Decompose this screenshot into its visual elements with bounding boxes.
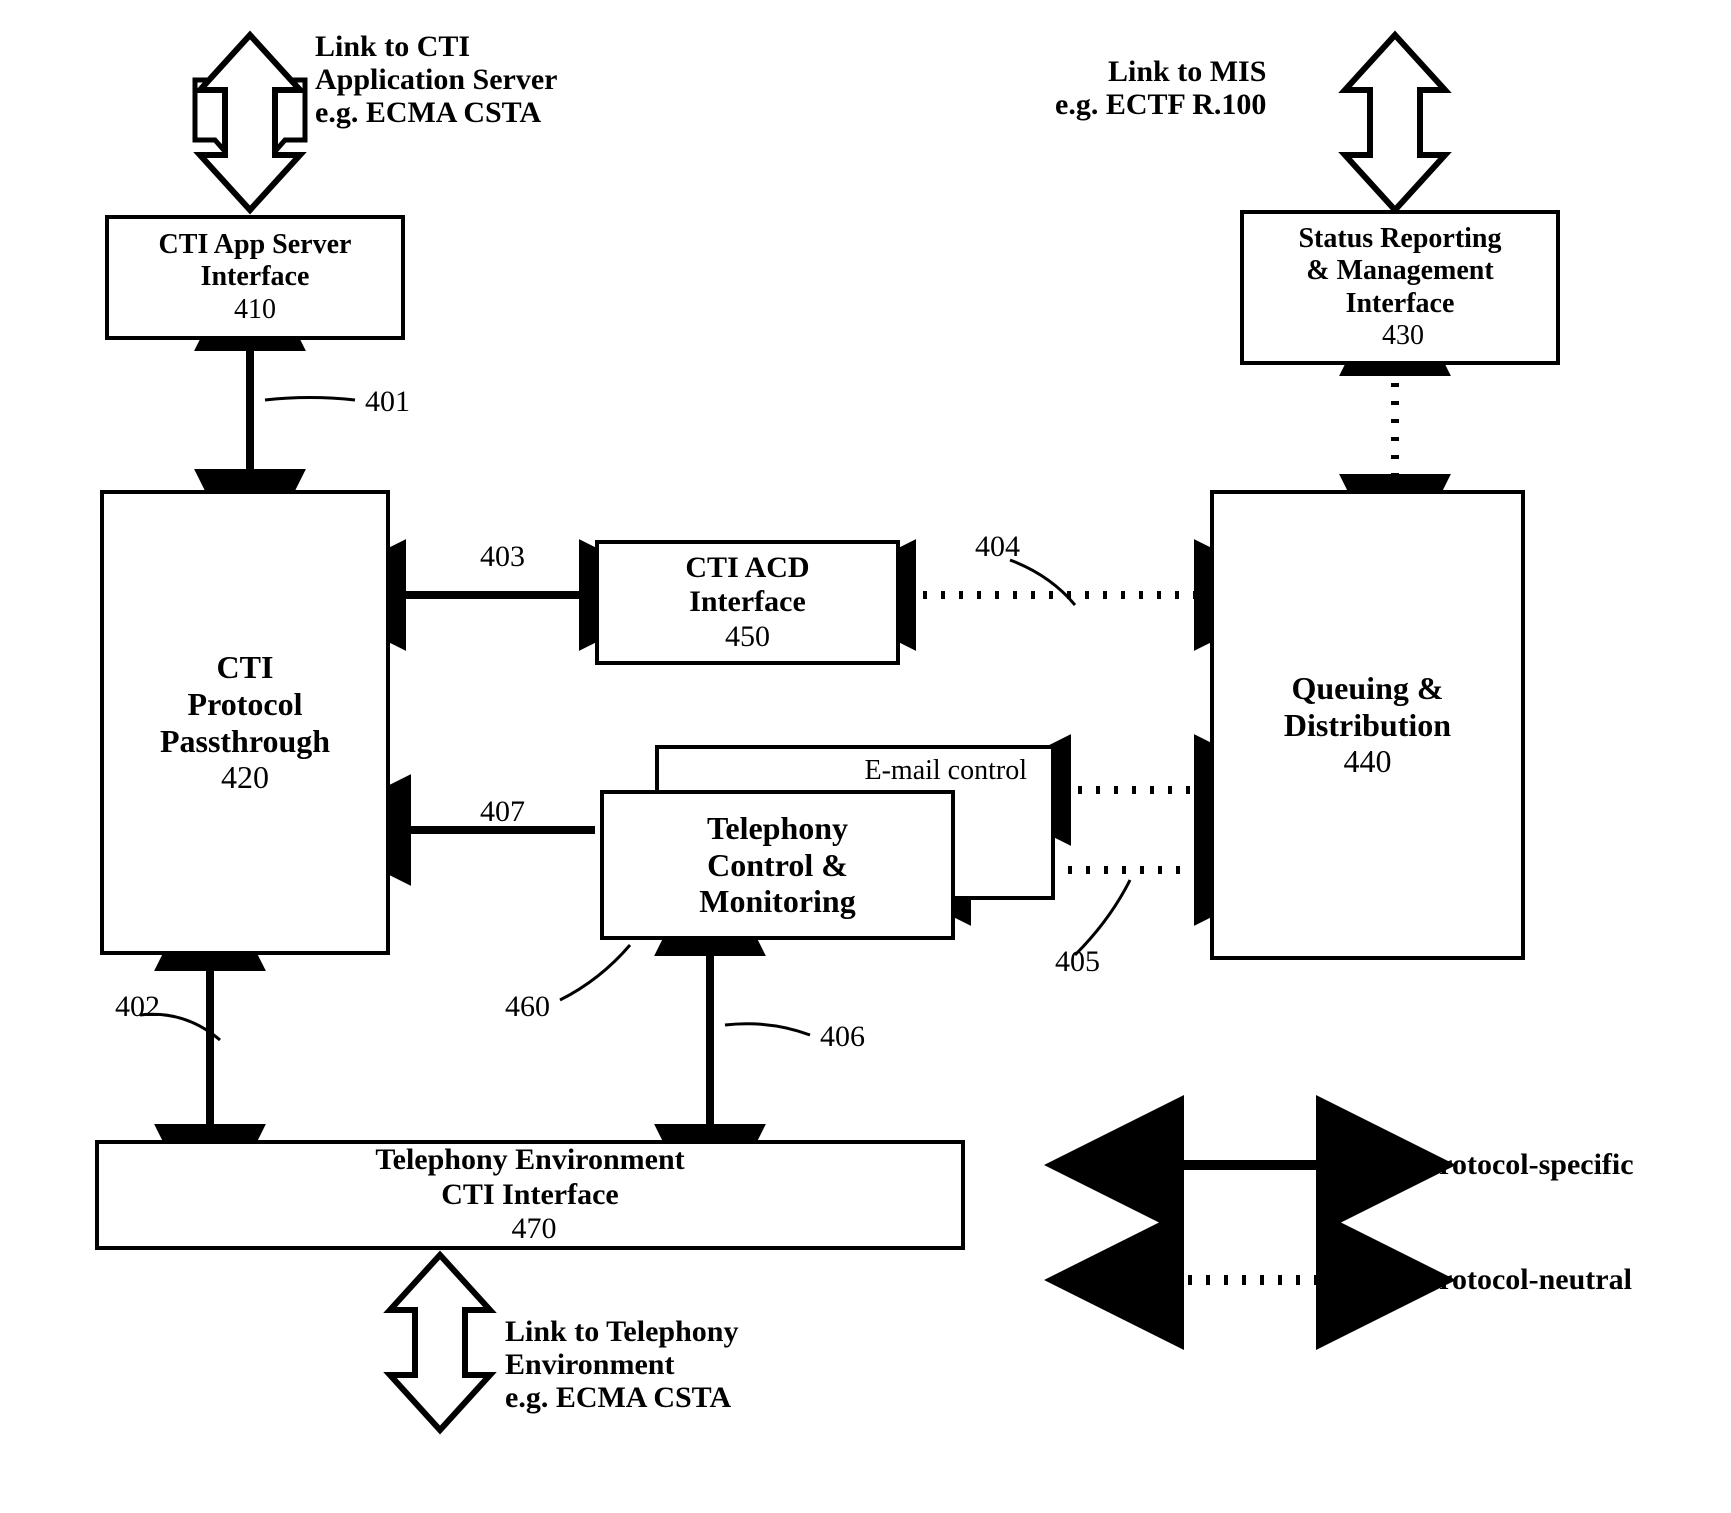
- label-460: 460: [505, 990, 550, 1023]
- text: Link to Telephony: [505, 1315, 738, 1348]
- box-title-inline: Interface 430: [1346, 288, 1455, 352]
- label-404: 404: [975, 530, 1020, 563]
- box-title: Status Reporting: [1298, 223, 1501, 255]
- label-406: 406: [820, 1020, 865, 1053]
- box-title: Protocol: [188, 686, 303, 723]
- label-407: 407: [480, 795, 525, 828]
- annotation-top-left: Link to CTI Application Server e.g. ECMA…: [315, 30, 557, 129]
- box-telephony-control-monitoring: Telephony Control & Monitoring: [600, 790, 955, 940]
- box-title: Telephony: [707, 810, 848, 847]
- box-title: CTI: [217, 649, 274, 686]
- box-title: Telephony Environment: [375, 1143, 684, 1178]
- text: Link to MIS: [1108, 55, 1266, 88]
- label-405: 405: [1055, 945, 1100, 978]
- box-title: CTI App Server: [159, 229, 352, 261]
- box-cti-acd-interface: CTI ACD Interface 450: [595, 540, 900, 665]
- box-title: Control &: [707, 847, 848, 884]
- text: Environment: [505, 1348, 674, 1381]
- hollow-arrow-telephony-link: [390, 1255, 490, 1430]
- leader-401: [265, 398, 355, 401]
- legend-solid-label: CTI Protocol-specific: [1360, 1148, 1634, 1182]
- box-telephony-env-cti-interface: Telephony Environment CTI Interface 470: [95, 1140, 965, 1250]
- box-title: Interface: [689, 585, 806, 620]
- text: Application Server: [315, 63, 557, 96]
- box-title-inline: CTI Interface 470: [441, 1178, 618, 1247]
- leader-405: [1075, 880, 1130, 955]
- box-number: 420: [221, 759, 269, 796]
- box-number: 410: [234, 294, 276, 326]
- box-status-reporting: Status Reporting & Management Interface …: [1240, 210, 1560, 365]
- box-title: Passthrough: [160, 723, 330, 760]
- box-cti-app-server-interface: CTI App Server Interface 410: [105, 215, 405, 340]
- label-401: 401: [365, 385, 410, 418]
- box-queuing-distribution: Queuing & Distribution 440: [1210, 490, 1525, 960]
- text: e.g. ECMA CSTA: [315, 96, 541, 129]
- box-number: 440: [1344, 743, 1392, 780]
- box-cti-protocol-passthrough: CTI Protocol Passthrough 420: [100, 490, 390, 955]
- text: Link to CTI: [315, 30, 470, 63]
- legend-dashed-label: CTI Protocol-neutral: [1360, 1263, 1632, 1297]
- hollow-arrow-mis-link: [1345, 35, 1445, 210]
- annotation-top-right: Link to MIS e.g. ECTF R.100: [1055, 55, 1266, 121]
- box-title: Distribution: [1284, 707, 1451, 744]
- leader-404: [1010, 560, 1075, 605]
- label-403: 403: [480, 540, 525, 573]
- text: e.g. ECMA CSTA: [505, 1381, 731, 1414]
- text: e.g. ECTF R.100: [1055, 88, 1266, 121]
- box-title: E-mail control: [864, 755, 1027, 787]
- box-title: Monitoring: [699, 883, 855, 920]
- box-title: Queuing &: [1291, 670, 1443, 707]
- box-number: 450: [725, 620, 770, 655]
- box-title: Interface: [201, 261, 310, 293]
- box-title: CTI ACD: [685, 551, 809, 586]
- leader-460: [560, 945, 630, 1000]
- annotation-bottom: Link to Telephony Environment e.g. ECMA …: [505, 1315, 738, 1414]
- box-title: & Management: [1306, 255, 1493, 287]
- leader-406: [725, 1024, 810, 1035]
- label-402: 402: [115, 990, 160, 1023]
